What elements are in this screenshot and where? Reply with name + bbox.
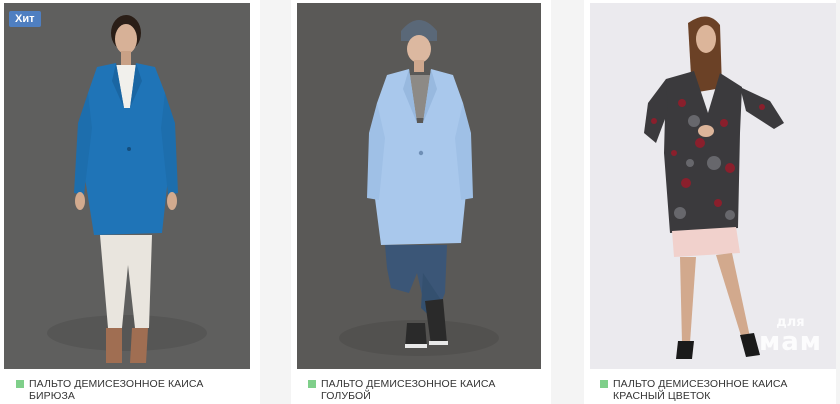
- in-stock-indicator: [308, 380, 316, 388]
- product-title: ПАЛЬТО ДЕМИСЕЗОННОЕ КАИСА ГОЛУБОЙ: [321, 378, 496, 402]
- product-card[interactable]: Хит ПАЛЬТО ДЕМИСЕЗОННОЕ КАИСА БИРЮЗА: [0, 0, 260, 404]
- product-photo[interactable]: Хит: [4, 3, 250, 369]
- product-title-link[interactable]: ПАЛЬТО ДЕМИСЕЗОННОЕ КАИСА ГОЛУБОЙ: [308, 378, 536, 402]
- model-light-blue-coat-image: [297, 3, 541, 369]
- product-title: ПАЛЬТО ДЕМИСЕЗОННОЕ КАИСА КРАСНЫЙ ЦВЕТОК: [613, 378, 788, 402]
- product-photo[interactable]: [297, 3, 541, 369]
- product-title-link[interactable]: ПАЛЬТО ДЕМИСЕЗОННОЕ КАИСА БИРЮЗА: [16, 378, 244, 402]
- product-title-link[interactable]: ПАЛЬТО ДЕМИСЕЗОННОЕ КАИСА КРАСНЫЙ ЦВЕТОК: [600, 378, 828, 402]
- product-photo[interactable]: для мам: [590, 3, 836, 369]
- model-floral-coat-image: [590, 3, 836, 369]
- product-title: ПАЛЬТО ДЕМИСЕЗОННОЕ КАИСА БИРЮЗА: [29, 378, 204, 402]
- product-card[interactable]: для мам ПАЛЬТО ДЕМИСЕЗОННОЕ КАИСА КРАСНЫ…: [584, 0, 836, 404]
- hit-badge: Хит: [9, 11, 41, 27]
- in-stock-indicator: [16, 380, 24, 388]
- product-card[interactable]: ПАЛЬТО ДЕМИСЕЗОННОЕ КАИСА ГОЛУБОЙ: [291, 0, 551, 404]
- model-turquoise-coat-image: [4, 3, 250, 369]
- product-grid: Хит ПАЛЬТО ДЕМИСЕЗОННОЕ КАИСА БИРЮЗА ПАЛ…: [0, 0, 840, 404]
- in-stock-indicator: [600, 380, 608, 388]
